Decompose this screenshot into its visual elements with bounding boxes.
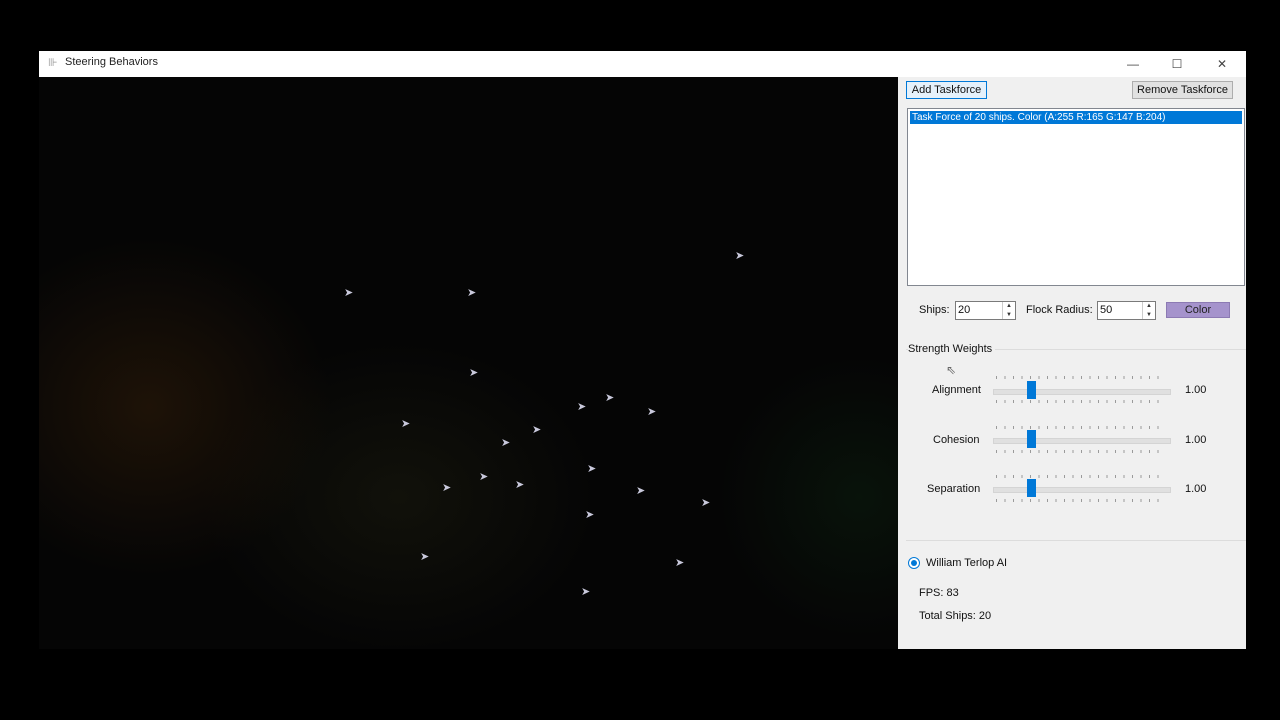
ship-icon: ➤ (344, 287, 354, 299)
ship-icon: ➤ (420, 551, 430, 563)
spin-down-icon[interactable]: ▼ (1143, 311, 1155, 320)
alignment-label: Alignment (932, 384, 981, 396)
app-icon: ⊪ (48, 57, 58, 69)
ship-icon: ➤ (501, 437, 511, 449)
cohesion-label: Cohesion (933, 434, 980, 446)
ship-icon: ➤ (636, 485, 646, 497)
ship-icon: ➤ (735, 250, 745, 262)
cohesion-ticks-top (996, 426, 1166, 429)
separation-ticks-top (996, 475, 1166, 478)
separation-ticks-bottom (996, 499, 1166, 502)
window-title: Steering Behaviors (65, 56, 158, 68)
fps-readout: FPS: 83 (919, 587, 959, 599)
ai-radio-label[interactable]: William Terlop AI (926, 557, 1007, 569)
app-window: ⊪ Steering Behaviors — ☐ ✕ ➤ ➤ ➤ ➤ ➤ ➤ ➤… (39, 51, 1246, 649)
strength-weights-title: Strength Weights (908, 343, 996, 355)
flock-radius-value: 50 (1100, 304, 1113, 316)
separation-label: Separation (927, 483, 981, 495)
radius-spinner[interactable]: ▲ ▼ (1142, 302, 1155, 319)
ship-icon: ➤ (577, 401, 587, 413)
ships-stepper[interactable]: 20 ▲ ▼ (955, 301, 1016, 320)
close-button[interactable]: ✕ (1200, 51, 1244, 77)
ai-radio-button[interactable] (908, 557, 920, 569)
ship-icon: ➤ (587, 463, 597, 475)
separation-value: 1.00 (1185, 483, 1207, 495)
spin-up-icon[interactable]: ▲ (1003, 302, 1015, 311)
maximize-button[interactable]: ☐ (1155, 51, 1199, 77)
list-item[interactable]: Task Force of 20 ships. Color (A:255 R:1… (910, 111, 1242, 124)
spin-down-icon[interactable]: ▼ (1003, 311, 1015, 320)
ship-icon: ➤ (515, 479, 525, 491)
ship-icon: ➤ (469, 367, 479, 379)
alignment-value: 1.00 (1185, 384, 1207, 396)
alignment-track[interactable] (993, 389, 1171, 395)
flock-radius-label: Flock Radius: (1026, 304, 1093, 316)
ship-icon: ➤ (467, 287, 477, 299)
alignment-ticks-top (996, 376, 1166, 379)
ship-icon: ➤ (532, 424, 542, 436)
ship-icon: ➤ (647, 406, 657, 418)
separation-slider-thumb[interactable] (1027, 479, 1036, 497)
cohesion-ticks-bottom (996, 450, 1166, 453)
ships-spinner[interactable]: ▲ ▼ (1002, 302, 1015, 319)
add-taskforce-button[interactable]: Add Taskforce (906, 81, 987, 99)
ship-icon: ➤ (581, 586, 591, 598)
ship-icon: ➤ (605, 392, 615, 404)
mouse-cursor-icon: ⇖ (946, 363, 957, 377)
ship-icon: ➤ (701, 497, 711, 509)
ships-label: Ships: (919, 304, 950, 316)
total-ships-readout: Total Ships: 20 (919, 610, 992, 622)
flock-radius-stepper[interactable]: 50 ▲ ▼ (1097, 301, 1156, 320)
ship-icon: ➤ (585, 509, 595, 521)
separation-track[interactable] (993, 487, 1171, 493)
cohesion-slider-thumb[interactable] (1027, 430, 1036, 448)
color-button[interactable]: Color (1166, 302, 1230, 318)
spin-up-icon[interactable]: ▲ (1143, 302, 1155, 311)
alignment-ticks-bottom (996, 400, 1166, 403)
ship-icon: ➤ (479, 471, 489, 483)
cohesion-track[interactable] (993, 438, 1171, 444)
ship-icon: ➤ (442, 482, 452, 494)
remove-taskforce-button[interactable]: Remove Taskforce (1132, 81, 1233, 99)
ship-icon: ➤ (675, 557, 685, 569)
taskforce-list[interactable]: Task Force of 20 ships. Color (A:255 R:1… (907, 108, 1245, 286)
title-bar: ⊪ Steering Behaviors — ☐ ✕ (39, 51, 1246, 77)
ship-icon: ➤ (401, 418, 411, 430)
simulation-canvas[interactable]: ➤ ➤ ➤ ➤ ➤ ➤ ➤ ➤ ➤ ➤ ➤ ➤ ➤ ➤ ➤ ➤ ➤ ➤ ➤ ➤ (39, 77, 898, 649)
cohesion-value: 1.00 (1185, 434, 1207, 446)
minimize-button[interactable]: — (1111, 51, 1155, 77)
alignment-slider-thumb[interactable] (1027, 381, 1036, 399)
ships-value: 20 (958, 304, 971, 316)
